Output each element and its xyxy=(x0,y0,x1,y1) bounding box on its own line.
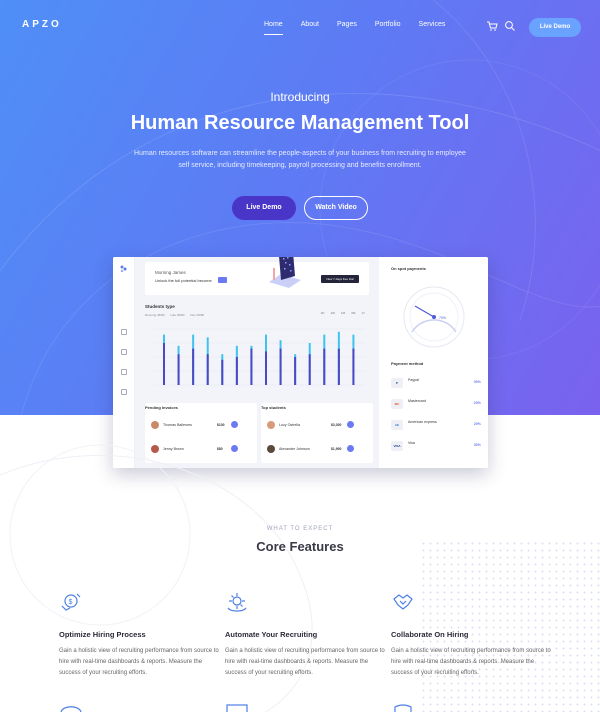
chart-range-tabs: 1D 1W 1M 3M 1Y xyxy=(321,311,365,315)
bar-primary xyxy=(250,348,253,385)
tab-3m[interactable]: 3M xyxy=(351,311,355,315)
tab-1y[interactable]: 1Y xyxy=(361,311,365,315)
payment-percent: 20% xyxy=(473,401,481,405)
bar-primary xyxy=(294,357,297,385)
payment-method-title: Payment method xyxy=(391,361,424,366)
pending-invoices-title: Pending Invoices xyxy=(145,405,178,410)
feature-title: Optimize Hiring Process xyxy=(59,630,146,639)
bar-primary xyxy=(352,348,355,385)
feature-description: Gain a holistic view of recruiting perfo… xyxy=(59,648,219,676)
payment-row-paypal: P Paypal 30% xyxy=(391,377,481,391)
legend-item: Running 45/80 xyxy=(145,313,165,317)
feature-title: Automate Your Recruiting xyxy=(225,630,318,639)
hero-intro: Introducing xyxy=(270,90,330,104)
payment-name: Mastercard xyxy=(408,399,426,403)
watch-video-button[interactable]: Watch Video xyxy=(304,196,368,220)
gauge-title: On spot payments xyxy=(391,266,426,271)
feature-title: Collaborate On Hiring xyxy=(391,630,469,639)
mastercard-logo-icon: MC xyxy=(391,399,403,409)
bar-primary xyxy=(279,348,282,385)
bar-primary xyxy=(308,354,311,385)
chart-nav-icon xyxy=(121,329,127,335)
svg-text:$: $ xyxy=(69,599,73,606)
filter-nav-icon xyxy=(121,369,127,375)
bar-primary xyxy=(163,343,165,385)
feature-description: Gain a holistic view of recruiting perfo… xyxy=(391,648,551,676)
partial-feature-icon xyxy=(226,704,248,712)
tab-1m[interactable]: 1M xyxy=(341,311,345,315)
dotted-pattern-decoration xyxy=(420,540,600,712)
cart-icon[interactable] xyxy=(486,20,498,32)
payment-gauge: 70% xyxy=(403,286,465,348)
nav-live-demo-button[interactable]: Live Demo xyxy=(529,18,581,37)
tab-1w[interactable]: 1W xyxy=(330,311,335,315)
features-kicker: WHAT TO EXPECT xyxy=(266,526,334,532)
tab-1d[interactable]: 1D xyxy=(321,311,325,315)
greeting-badge xyxy=(218,277,227,283)
partial-feature-icon xyxy=(60,706,82,712)
settings-nav-icon xyxy=(121,389,127,395)
legend-item: Like 45/80 xyxy=(170,313,185,317)
bar-primary xyxy=(192,348,195,385)
partial-feature-icon xyxy=(394,704,412,712)
bar-primary xyxy=(265,351,267,385)
top-navbar: APZO Home About Pages Portfolio Services… xyxy=(0,0,600,56)
dollar-cycle-icon: $ xyxy=(61,593,81,611)
bar-primary xyxy=(177,354,180,385)
payment-row-mastercard: MC Mastercard 20% xyxy=(391,398,481,412)
top-students-title: Top students xyxy=(261,405,286,410)
legend-item: Doc 45/80 xyxy=(190,313,205,317)
features-title: Core Features xyxy=(256,539,344,554)
handshake-icon xyxy=(393,594,413,610)
feature-description: Gain a holistic view of recruiting perfo… xyxy=(225,648,385,676)
nav-pages[interactable]: Pages xyxy=(337,21,357,28)
grid-nav-icon xyxy=(121,349,127,355)
chart-title: Students type xyxy=(145,304,175,309)
greeting-message: Unlock the full potential become xyxy=(155,278,212,283)
bar-primary xyxy=(337,348,340,385)
brand-logo[interactable]: APZO xyxy=(22,19,62,30)
main-menu: Home About Pages Portfolio Services xyxy=(264,21,463,35)
dashboard-logo-icon xyxy=(120,265,127,273)
nav-about[interactable]: About xyxy=(301,21,319,28)
bar-primary xyxy=(221,359,224,385)
bar-primary xyxy=(323,348,326,385)
search-icon[interactable] xyxy=(504,20,516,32)
payment-name: Paypal xyxy=(408,378,419,382)
gear-cycle-icon xyxy=(227,593,247,612)
free-trial-button[interactable]: Now 7 days free trial xyxy=(321,275,359,283)
payment-percent: 30% xyxy=(473,380,481,384)
live-demo-button[interactable]: Live Demo xyxy=(232,196,296,220)
students-chart-card: Students type Running 45/80 Like 45/80 D… xyxy=(145,301,369,397)
students-bar-chart xyxy=(153,328,365,386)
greeting-card: Morning James Unlock the full potential … xyxy=(145,257,369,295)
nav-services[interactable]: Services xyxy=(419,21,446,28)
nav-portfolio[interactable]: Portfolio xyxy=(375,21,401,28)
chart-legend: Running 45/80 Like 45/80 Doc 45/80 xyxy=(145,313,204,317)
greeting-name: Morning James xyxy=(155,270,186,275)
bar-primary xyxy=(235,357,238,385)
laptop-illustration xyxy=(269,257,301,288)
svg-text:70%: 70% xyxy=(439,316,446,320)
paypal-logo-icon: P xyxy=(391,378,403,388)
bar-primary xyxy=(206,354,209,385)
hero-title: Human Resource Management Tool xyxy=(130,112,470,134)
nav-home[interactable]: Home xyxy=(264,21,283,35)
hero-subtitle: Human resources software can streamline … xyxy=(134,150,466,169)
